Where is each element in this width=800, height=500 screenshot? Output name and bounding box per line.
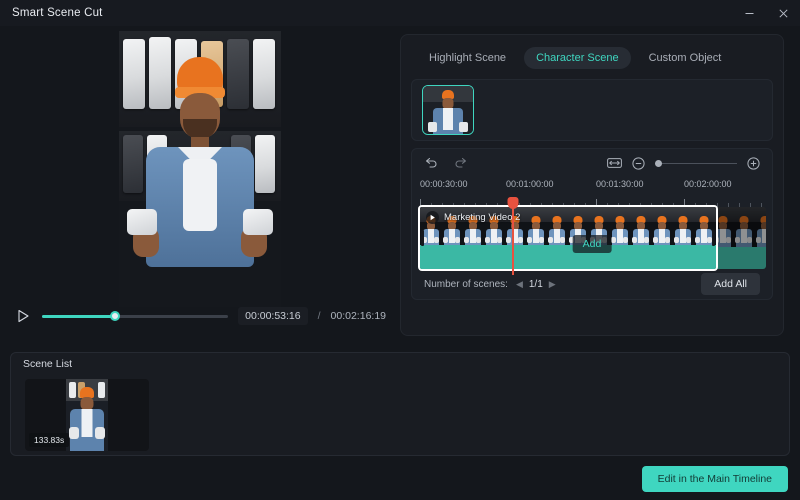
scene-list-header: Scene List bbox=[11, 353, 789, 375]
filmstrip-frame bbox=[504, 207, 525, 247]
edit-in-main-timeline-button[interactable]: Edit in the Main Timeline bbox=[641, 466, 788, 492]
timeline-ruler[interactable]: 00:00:30:00 00:01:00:00 00:01:30:00 00:0… bbox=[418, 177, 766, 207]
current-time: 00:00:53:16 bbox=[238, 307, 308, 325]
video-preview[interactable] bbox=[0, 30, 400, 308]
zoom-in-button[interactable] bbox=[747, 156, 760, 170]
close-icon bbox=[778, 8, 788, 18]
scene-panel: Highlight Scene Character Scene Custom O… bbox=[400, 34, 784, 336]
video-frame bbox=[119, 31, 281, 307]
fit-to-screen-icon bbox=[607, 158, 622, 168]
player-controls: 00:00:53:16 / 00:02:16:19 bbox=[0, 302, 400, 330]
zoom-slider-handle[interactable] bbox=[655, 159, 662, 167]
progress-fill bbox=[42, 314, 115, 318]
filmstrip-frame bbox=[441, 207, 462, 247]
scene-count-value: 1/1 bbox=[528, 278, 543, 290]
time-separator: / bbox=[317, 310, 321, 322]
filmstrip-frame bbox=[483, 207, 504, 247]
selected-scene-clip[interactable] bbox=[418, 205, 718, 271]
close-button[interactable] bbox=[766, 0, 800, 26]
play-button[interactable] bbox=[14, 307, 32, 325]
scene-list-body: 133.83s bbox=[11, 375, 789, 451]
scene-thumbnail bbox=[66, 379, 108, 451]
redo-button[interactable] bbox=[454, 157, 468, 169]
trim-handle-right[interactable] bbox=[712, 230, 715, 246]
minimize-button[interactable] bbox=[732, 0, 766, 26]
filmstrip-frame bbox=[754, 207, 766, 247]
ruler-label-0: 00:00:30:00 bbox=[420, 179, 468, 189]
scene-list-panel: Scene List 133.83s bbox=[10, 352, 790, 456]
scene-list-item[interactable]: 133.83s bbox=[25, 379, 149, 451]
tab-custom-object[interactable]: Custom Object bbox=[637, 47, 734, 69]
title-bar: Smart Scene Cut bbox=[0, 0, 800, 26]
add-scene-button[interactable]: Add bbox=[572, 235, 612, 253]
scene-count-row: Number of scenes: ◀ 1/1 ▶ Add All bbox=[412, 269, 772, 299]
filmstrip-selected bbox=[420, 207, 716, 247]
window-title: Smart Scene Cut bbox=[12, 7, 103, 19]
filmstrip-frame bbox=[733, 207, 754, 247]
filmstrip-frame bbox=[693, 207, 714, 247]
add-all-button[interactable]: Add All bbox=[701, 273, 760, 295]
main-content-row: 00:00:53:16 / 00:02:16:19 Highlight Scen… bbox=[0, 26, 800, 342]
filmstrip-frame bbox=[672, 207, 693, 247]
prev-scene-button[interactable]: ◀ bbox=[516, 279, 523, 290]
undo-icon bbox=[425, 157, 437, 168]
zoom-out-button[interactable] bbox=[632, 156, 645, 170]
play-icon bbox=[17, 309, 29, 323]
filmstrip-frame bbox=[546, 207, 567, 247]
fit-to-screen-button[interactable] bbox=[607, 157, 622, 169]
ruler-label-1: 00:01:00:00 bbox=[506, 179, 554, 189]
preview-column: 00:00:53:16 / 00:02:16:19 bbox=[0, 28, 400, 342]
timeline-zoom-slider[interactable] bbox=[655, 157, 737, 169]
selected-clip-inner bbox=[420, 207, 716, 269]
playhead[interactable] bbox=[507, 197, 519, 275]
timeline-track[interactable]: Marketing Video 2 Add bbox=[418, 197, 766, 275]
smart-scene-cut-window: Smart Scene Cut 00:00:53:16 / 00:02:16:1… bbox=[0, 0, 800, 500]
filmstrip-frame bbox=[462, 207, 483, 247]
scene-tabs: Highlight Scene Character Scene Custom O… bbox=[411, 43, 773, 73]
zoom-slider-track bbox=[655, 162, 737, 164]
right-column: Highlight Scene Character Scene Custom O… bbox=[400, 28, 792, 342]
trim-handle-left[interactable] bbox=[421, 230, 424, 246]
filmstrip-frame bbox=[609, 207, 630, 247]
minimize-icon bbox=[745, 12, 753, 14]
filmstrip-frame bbox=[525, 207, 546, 247]
filmstrip-frame bbox=[651, 207, 672, 247]
minus-circle-icon bbox=[632, 156, 645, 170]
selected-clip-band bbox=[420, 245, 716, 269]
playhead-handle[interactable] bbox=[507, 197, 519, 209]
scene-duration-badge: 133.83s bbox=[29, 433, 70, 447]
next-scene-button[interactable]: ▶ bbox=[549, 279, 556, 290]
redo-icon bbox=[455, 157, 467, 168]
scene-timeline: 00:00:30:00 00:01:00:00 00:01:30:00 00:0… bbox=[411, 148, 773, 300]
tab-highlight-scene[interactable]: Highlight Scene bbox=[417, 47, 518, 69]
timeline-zoom-tools bbox=[607, 156, 760, 170]
undo-button[interactable] bbox=[424, 157, 438, 169]
window-controls bbox=[732, 0, 800, 26]
footer-bar: Edit in the Main Timeline bbox=[0, 458, 800, 500]
character-list bbox=[411, 79, 773, 141]
scene-list-title: Scene List bbox=[23, 358, 73, 370]
progress-handle[interactable] bbox=[109, 311, 120, 321]
scene-count-label: Number of scenes: bbox=[424, 278, 508, 290]
tab-character-scene[interactable]: Character Scene bbox=[524, 47, 631, 69]
character-thumbnail[interactable] bbox=[422, 85, 474, 135]
total-time: 00:02:16:19 bbox=[330, 310, 386, 322]
playback-progress-slider[interactable] bbox=[42, 309, 229, 323]
ruler-label-3: 00:02:00:00 bbox=[684, 179, 732, 189]
filmstrip-frame bbox=[630, 207, 651, 247]
ruler-label-2: 00:01:30:00 bbox=[596, 179, 644, 189]
timeline-toolbar bbox=[412, 149, 772, 177]
scene-count-nav: ◀ 1/1 ▶ bbox=[516, 279, 556, 290]
plus-circle-icon bbox=[747, 156, 760, 170]
